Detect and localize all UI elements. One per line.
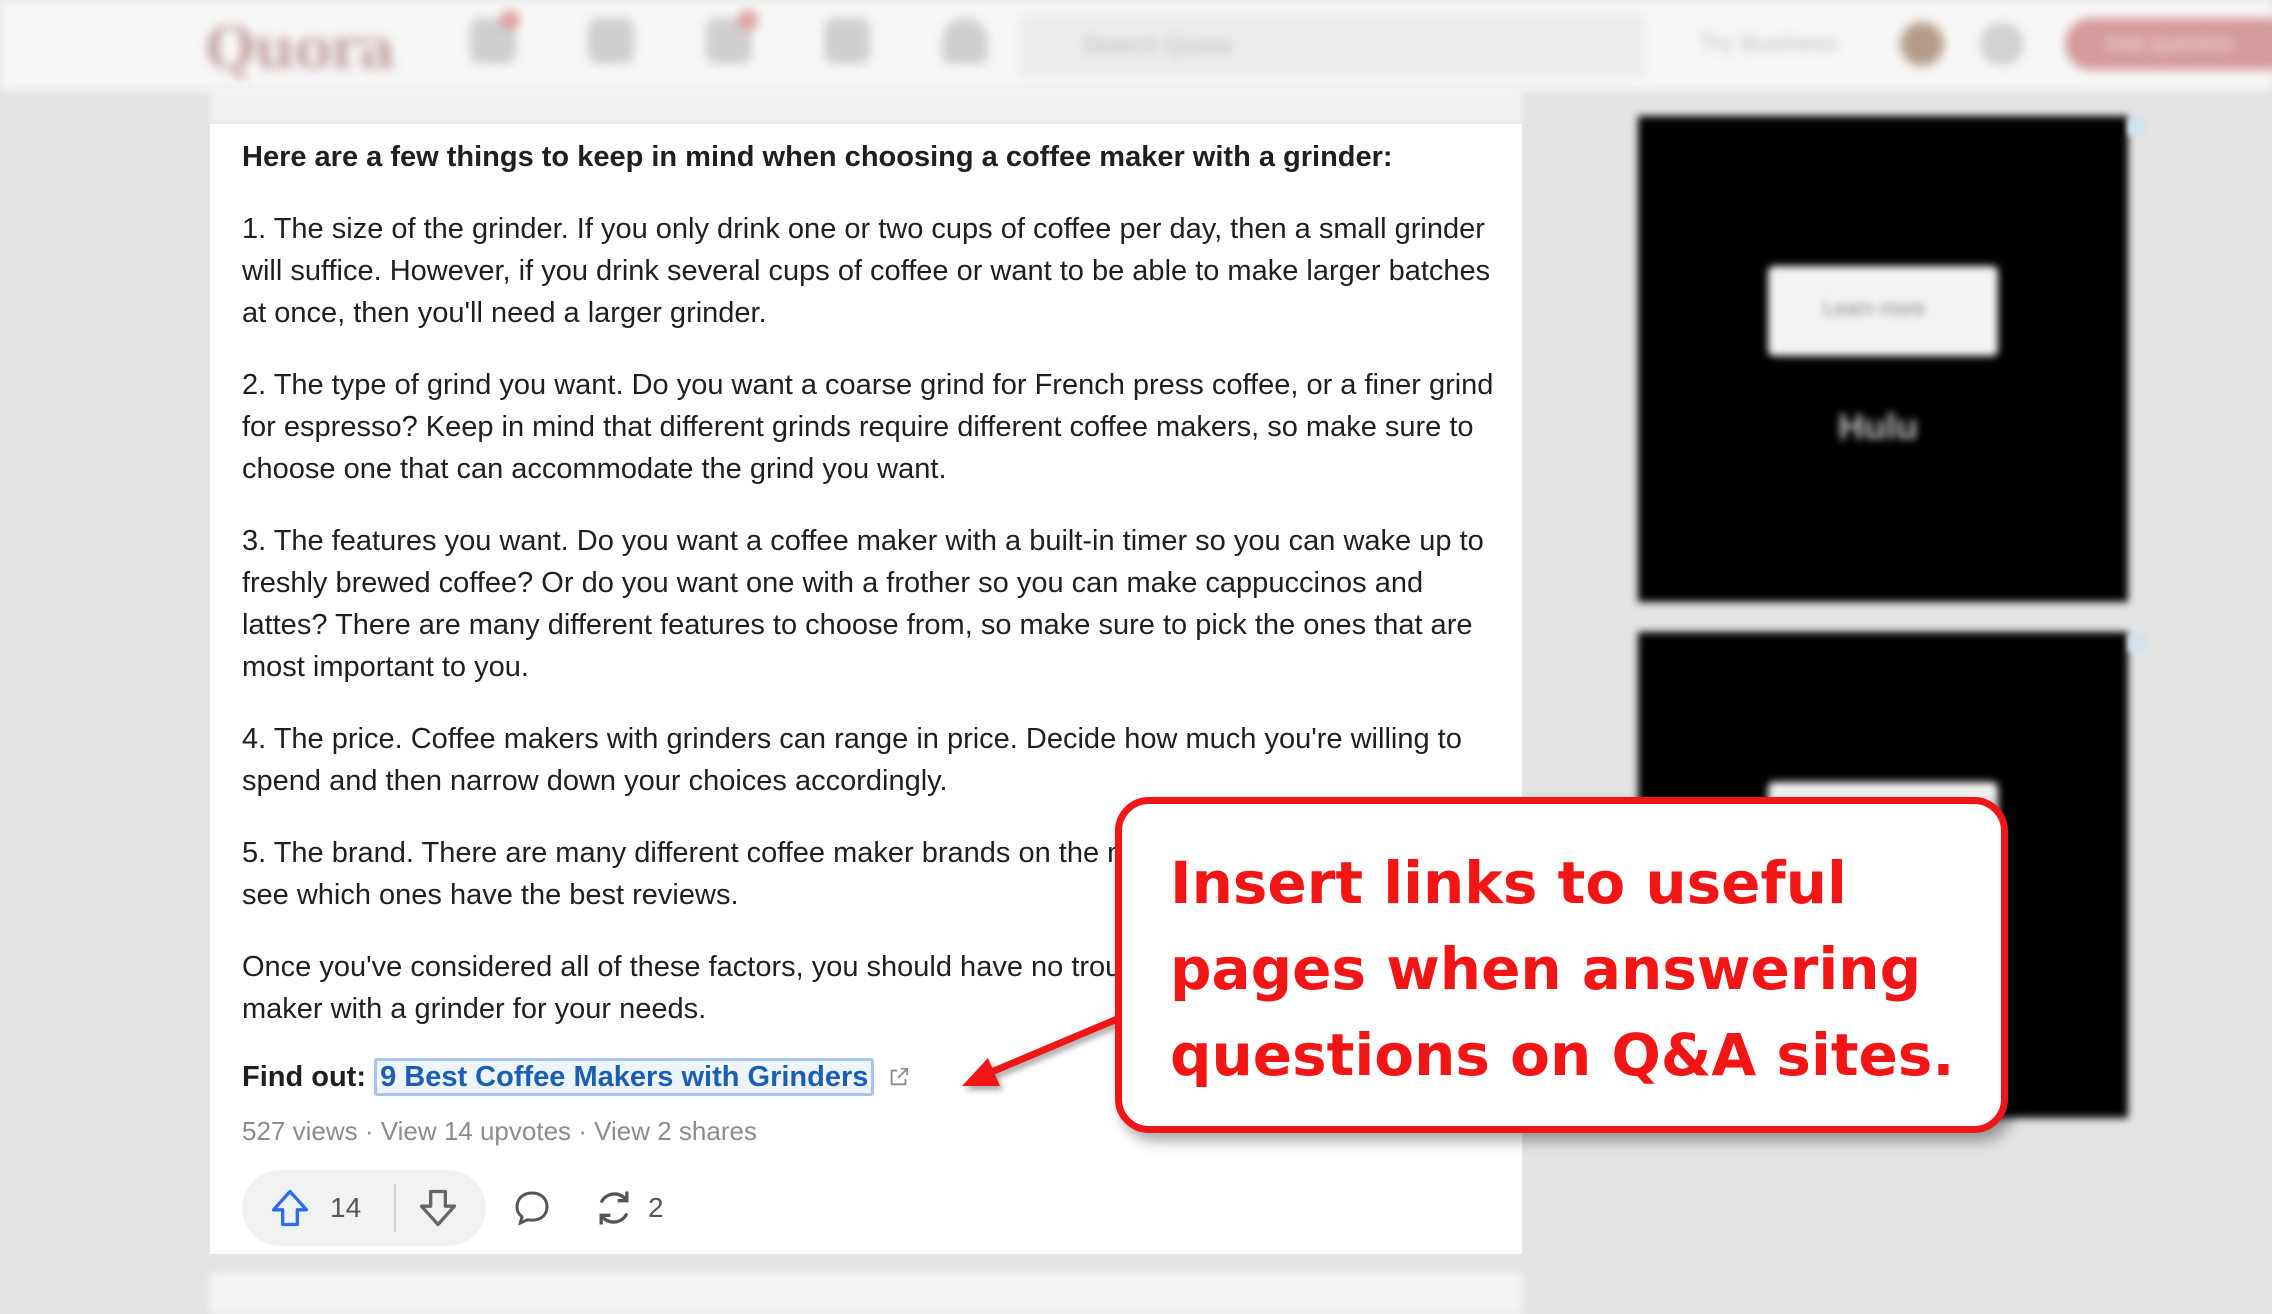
downvote-icon[interactable]	[416, 1186, 460, 1230]
upvote-count: 14	[330, 1192, 362, 1223]
callout-text: Insert links to useful pages when answer…	[1170, 849, 1955, 1089]
answer-paragraph: 3. The features you want. Do you want a …	[242, 525, 1484, 683]
avatar[interactable]	[1900, 22, 1944, 66]
quora-logo[interactable]: Quora	[205, 14, 397, 82]
find-out-link[interactable]: 9 Best Coffee Makers with Grinders	[374, 1058, 875, 1096]
search-input[interactable]: Search Quora	[1020, 16, 1644, 76]
advertisement-top[interactable]: Learn more Hulu	[1638, 116, 2128, 602]
following-icon[interactable]	[588, 18, 634, 64]
language-globe-icon[interactable]	[1980, 22, 2024, 66]
annotation-arrow	[962, 1013, 1126, 1086]
answer-paragraph: 2. The type of grind you want. Do you wa…	[242, 369, 1494, 485]
answer-notification-dot	[738, 10, 758, 30]
ad-brand-text: Hulu	[1838, 406, 1918, 447]
comment-icon[interactable]	[512, 1188, 552, 1228]
share-icon[interactable]	[592, 1186, 636, 1230]
find-out-label: Find out:	[242, 1061, 367, 1093]
add-question-label: Add question	[2105, 31, 2234, 56]
answer-paragraph: 1. The size of the grinder. If you only …	[242, 213, 1491, 329]
share-count: 2	[648, 1192, 664, 1223]
annotation-callout: Insert links to useful pages when answer…	[1115, 797, 2008, 1133]
find-out-line: Find out: 9 Best Coffee Makers with Grin…	[242, 1056, 910, 1098]
try-business-link[interactable]: Try Business	[1700, 30, 1838, 58]
external-link-icon	[891, 1067, 909, 1086]
next-answer-fade	[210, 1274, 1522, 1314]
ad-choices-icon[interactable]	[2128, 118, 2146, 136]
notifications-icon[interactable]	[942, 18, 988, 64]
ad-choices-icon[interactable]	[2128, 634, 2146, 652]
ad-learn-more-button[interactable]: Learn more	[1768, 266, 1998, 356]
answer-stats[interactable]: 527 views · View 14 upvotes · View 2 sha…	[242, 1110, 757, 1152]
home-notification-dot	[500, 10, 520, 30]
vote-divider	[394, 1184, 396, 1232]
vote-pill: 14	[242, 1170, 486, 1246]
top-navigation-bar: Quora Search Quora Try Business Add ques…	[0, 0, 2272, 90]
upvote-icon[interactable]	[268, 1186, 312, 1230]
answer-lead: Here are a few things to keep in mind wh…	[242, 141, 1393, 173]
answer-paragraph: 4. The price. Coffee makers with grinder…	[242, 723, 1462, 797]
search-placeholder: Search Quora	[1082, 32, 1232, 59]
answer-actions: 14 2	[242, 1170, 942, 1246]
ad-button-label: Learn more	[1823, 298, 1926, 320]
spaces-icon[interactable]	[824, 18, 870, 64]
previous-content-fade	[210, 90, 1522, 124]
add-question-button[interactable]: Add question	[2065, 18, 2272, 70]
